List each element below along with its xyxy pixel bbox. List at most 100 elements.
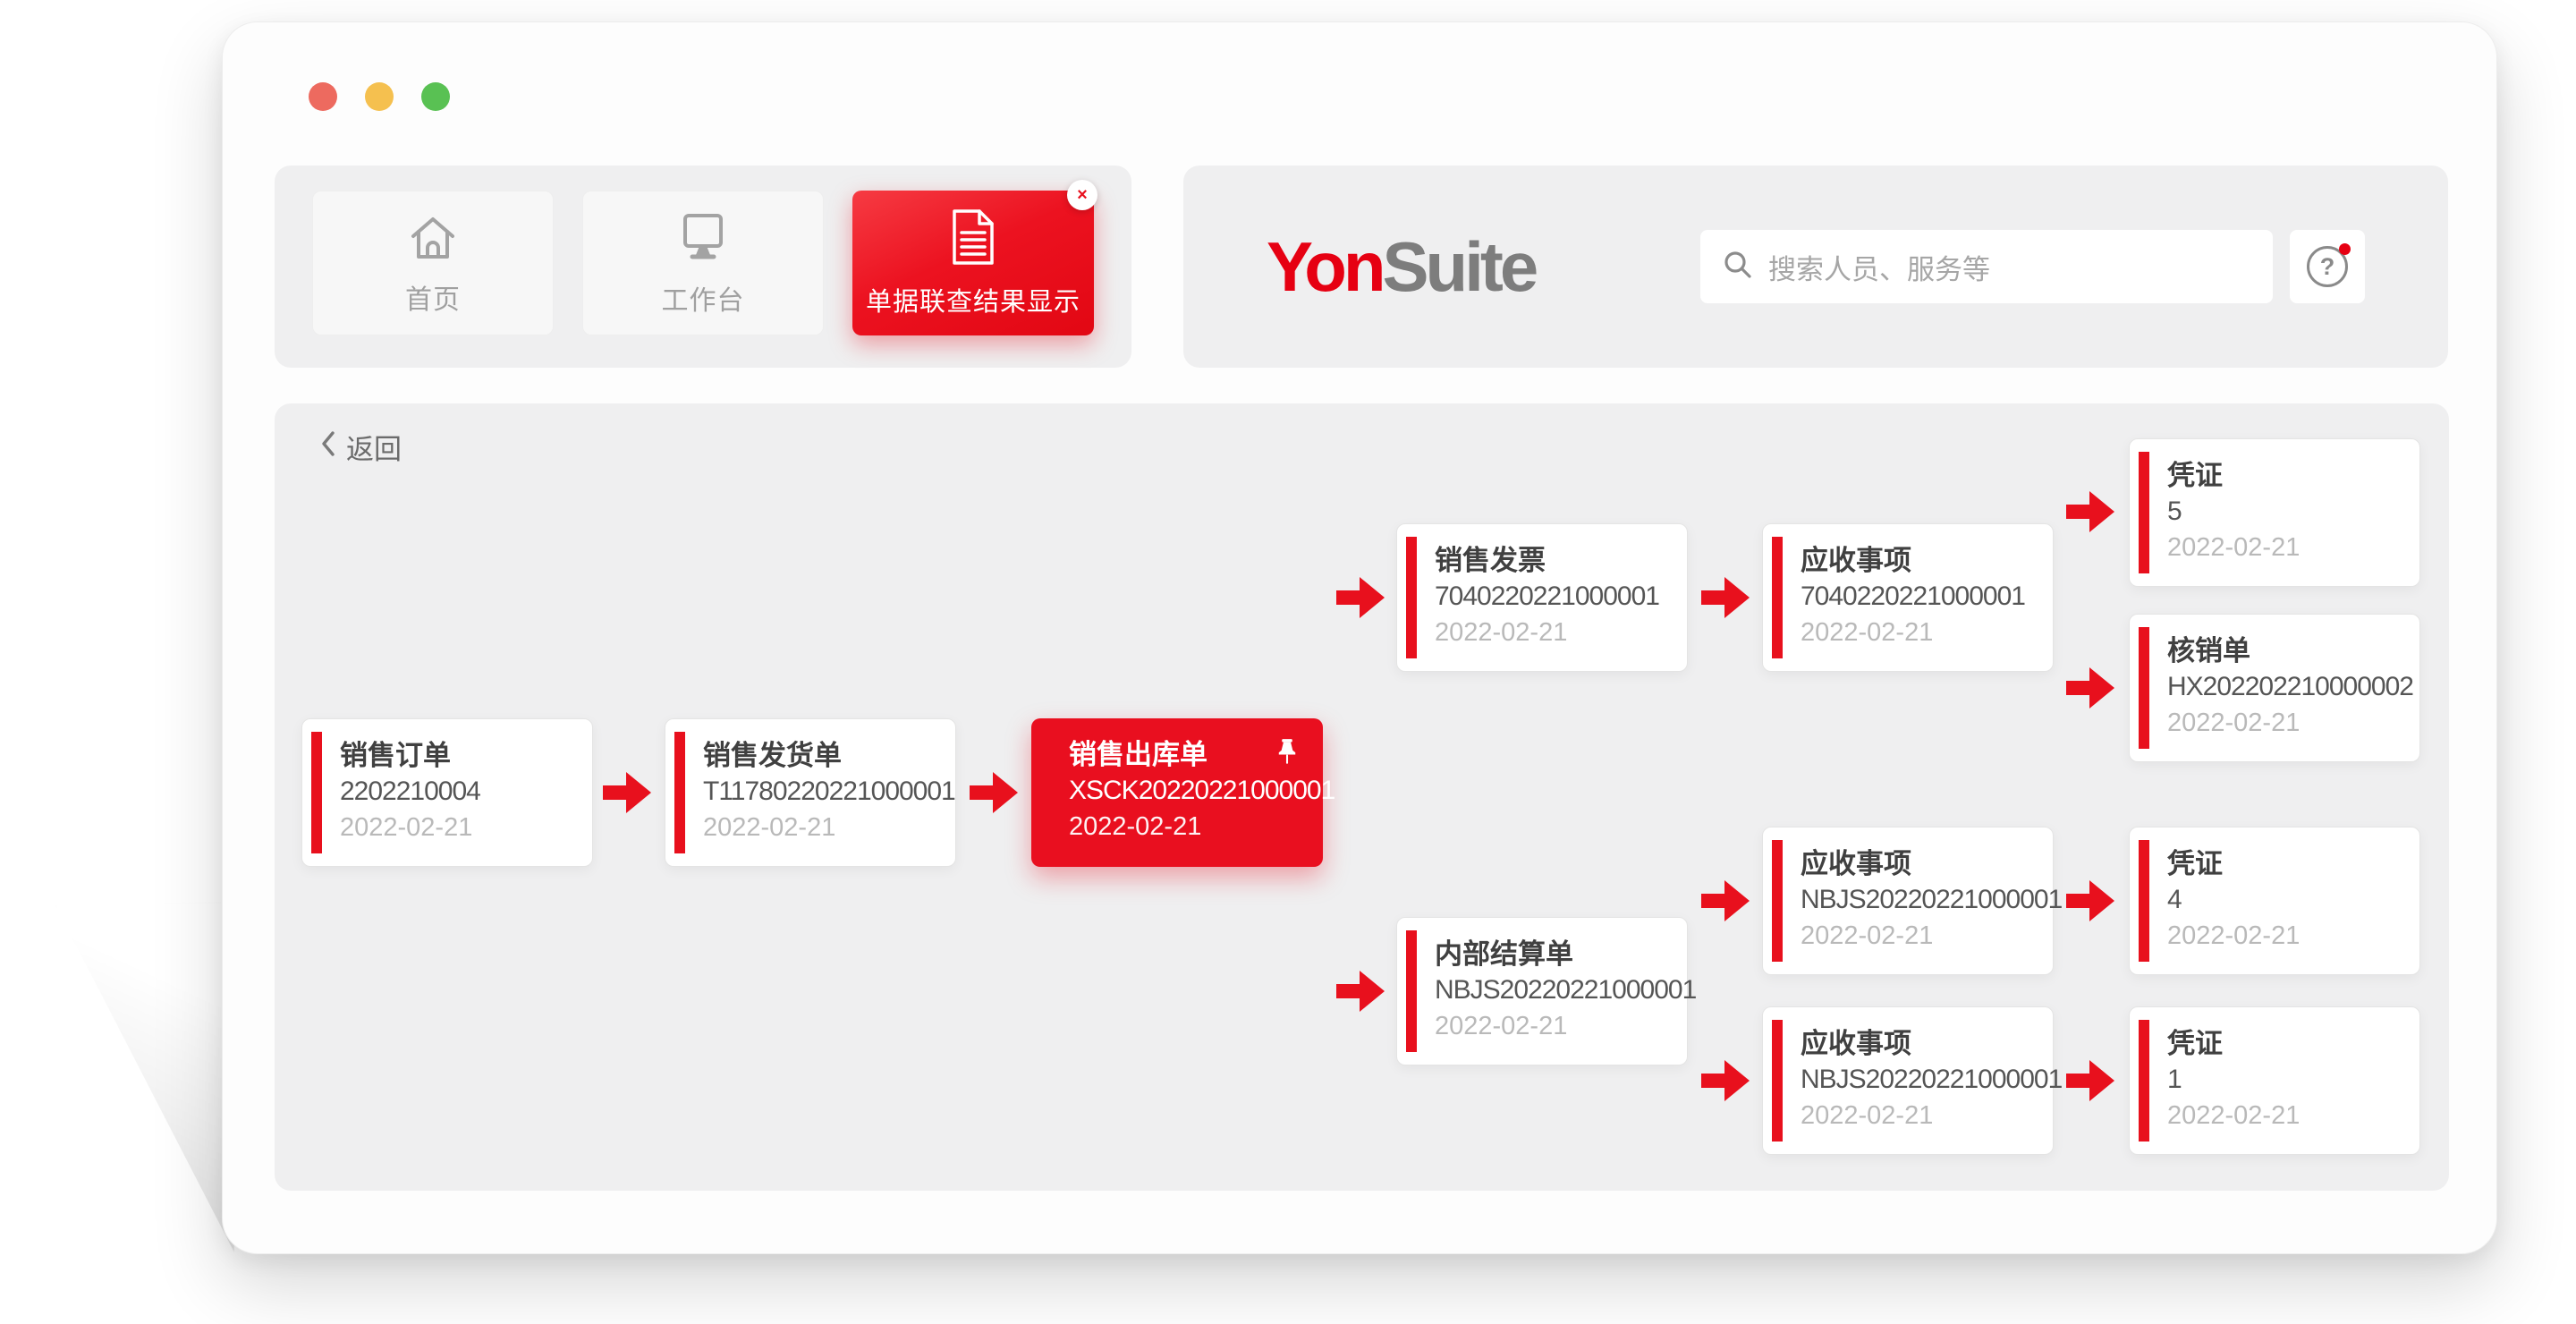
card-accent-bar	[1772, 537, 1783, 658]
logo-yon: Yon	[1267, 226, 1383, 308]
doc-card-sales-invoice[interactable]: 销售发票 7040220221000001 2022-02-21	[1396, 523, 1688, 672]
card-title: 销售出库单	[1069, 737, 1310, 773]
card-number: NBJS20220221000001	[1435, 972, 1674, 1008]
yonsuite-logo: YonSuite	[1267, 210, 1535, 323]
card-number: 2202210004	[340, 774, 580, 810]
card-number: XSCK20220221000001	[1069, 773, 1310, 809]
card-number: 7040220221000001	[1435, 579, 1674, 615]
card-date: 2022-02-21	[2167, 530, 2407, 565]
card-title: 销售订单	[340, 738, 580, 774]
back-button[interactable]: 返回	[319, 427, 402, 467]
card-date: 2022-02-21	[1435, 1008, 1674, 1044]
doc-card-receivable-7040[interactable]: 应收事项 7040220221000001 2022-02-21	[1762, 523, 2054, 672]
card-title: 内部结算单	[1435, 937, 1674, 972]
back-label: 返回	[346, 427, 402, 467]
card-title: 核销单	[2167, 633, 2407, 669]
doc-card-sales-delivery[interactable]: 销售发货单 T11780220221000001 2022-02-21	[665, 718, 956, 867]
card-date: 2022-02-21	[1801, 615, 2040, 650]
card-date: 2022-02-21	[1069, 809, 1310, 844]
monitor-icon	[674, 208, 732, 264]
card-accent-bar	[2139, 840, 2149, 962]
doc-card-receivable-nbjs-2[interactable]: 应收事项 NBJS20220221000001 2022-02-21	[1762, 1006, 2054, 1155]
card-number: NBJS20220221000001	[1801, 1062, 2040, 1098]
arrow-right-icon	[1701, 1060, 1750, 1101]
arrow-right-icon	[2066, 880, 2114, 921]
arrow-right-icon	[2066, 1060, 2114, 1101]
card-accent-bar	[2139, 627, 2149, 749]
zoom-window-button[interactable]	[421, 82, 450, 111]
tab-document-trace-active[interactable]: 单据联查结果显示 ×	[852, 191, 1094, 335]
screenshot-stage: 首页 工作台	[0, 0, 2576, 1324]
document-icon	[947, 208, 999, 267]
tab-label: 工作台	[662, 278, 745, 318]
card-number: 1	[2167, 1062, 2407, 1098]
page-peel-decoration	[55, 902, 234, 1252]
arrow-right-icon	[603, 772, 651, 813]
card-accent-bar	[1406, 537, 1417, 658]
card-accent-bar	[1772, 1020, 1783, 1142]
help-glyph: ?	[2320, 253, 2335, 281]
header: YonSuite 搜索人员、服务等 ?	[1183, 166, 2448, 368]
card-number: 7040220221000001	[1801, 579, 2040, 615]
close-tab-button[interactable]: ×	[1067, 180, 1097, 210]
doc-card-sales-outbound-selected[interactable]: 销售出库单 XSCK20220221000001 2022-02-21	[1031, 718, 1323, 867]
help-icon: ?	[2307, 246, 2348, 287]
card-accent-bar	[1406, 930, 1417, 1052]
help-button[interactable]: ?	[2290, 230, 2365, 303]
arrow-right-icon	[1701, 880, 1750, 921]
doc-card-sales-order[interactable]: 销售订单 2202210004 2022-02-21	[301, 718, 593, 867]
doc-card-internal-settlement[interactable]: 内部结算单 NBJS20220221000001 2022-02-21	[1396, 917, 1688, 1065]
tab-workbench[interactable]: 工作台	[582, 191, 824, 335]
global-search-input[interactable]: 搜索人员、服务等	[1700, 230, 2273, 303]
logo-suite: Suite	[1383, 226, 1536, 308]
app-window: 首页 工作台	[222, 21, 2497, 1254]
card-title: 销售发票	[1435, 543, 1674, 579]
card-date: 2022-02-21	[1801, 918, 2040, 954]
tab-bar: 首页 工作台	[275, 166, 1131, 368]
tab-home[interactable]: 首页	[312, 191, 554, 335]
chevron-left-icon	[319, 429, 337, 465]
card-accent-bar	[311, 732, 322, 853]
card-title: 应收事项	[1801, 543, 2040, 579]
home-icon	[404, 209, 462, 263]
card-date: 2022-02-21	[703, 810, 943, 845]
close-icon: ×	[1077, 186, 1088, 204]
doc-card-voucher-4[interactable]: 凭证 4 2022-02-21	[2129, 827, 2420, 975]
card-accent-bar	[674, 732, 685, 853]
card-title: 凭证	[2167, 846, 2407, 882]
card-date: 2022-02-21	[2167, 705, 2407, 741]
arrow-right-icon	[970, 772, 1018, 813]
arrow-right-icon	[1336, 971, 1385, 1012]
card-title: 应收事项	[1801, 846, 2040, 882]
card-title: 销售发货单	[703, 738, 943, 774]
card-date: 2022-02-21	[2167, 918, 2407, 954]
arrow-right-icon	[2066, 491, 2114, 532]
tab-label: 单据联查结果显示	[866, 281, 1080, 318]
search-icon	[1722, 249, 1754, 285]
card-accent-bar	[2139, 452, 2149, 573]
card-accent-bar	[2139, 1020, 2149, 1142]
arrow-right-icon	[1701, 577, 1750, 618]
card-title: 应收事项	[1801, 1026, 2040, 1062]
card-number: NBJS20220221000001	[1801, 882, 2040, 918]
card-title: 凭证	[2167, 1026, 2407, 1062]
search-placeholder: 搜索人员、服务等	[1768, 247, 1990, 287]
card-number: HX202202210000002	[2167, 669, 2407, 705]
doc-card-receivable-nbjs-1[interactable]: 应收事项 NBJS20220221000001 2022-02-21	[1762, 827, 2054, 975]
doc-card-voucher-5[interactable]: 凭证 5 2022-02-21	[2129, 438, 2420, 587]
card-number: 4	[2167, 882, 2407, 918]
card-number: 5	[2167, 494, 2407, 530]
card-number: T11780220221000001	[703, 774, 943, 810]
tab-label: 首页	[405, 277, 461, 317]
close-window-button[interactable]	[309, 82, 337, 111]
card-date: 2022-02-21	[2167, 1098, 2407, 1133]
window-controls	[309, 82, 450, 111]
minimize-window-button[interactable]	[365, 82, 394, 111]
card-date: 2022-02-21	[1801, 1098, 2040, 1133]
card-accent-bar	[1772, 840, 1783, 962]
arrow-right-icon	[2066, 667, 2114, 709]
card-date: 2022-02-21	[340, 810, 580, 845]
doc-card-writeoff[interactable]: 核销单 HX202202210000002 2022-02-21	[2129, 614, 2420, 762]
arrow-right-icon	[1336, 577, 1385, 618]
doc-card-voucher-1[interactable]: 凭证 1 2022-02-21	[2129, 1006, 2420, 1155]
